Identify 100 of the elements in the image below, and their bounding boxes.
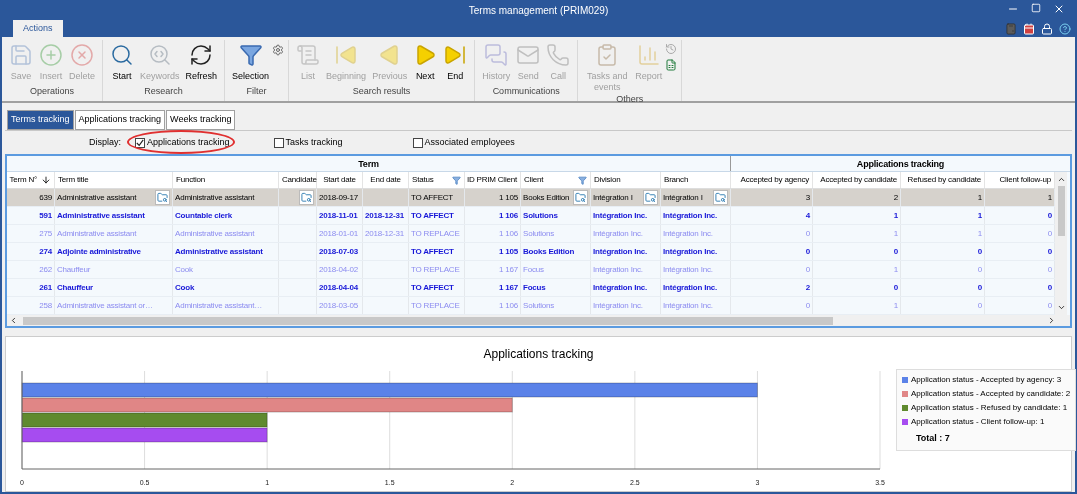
table-cell: 2018-12-31 (365, 209, 404, 222)
group-label: Filter (245, 84, 268, 98)
table-cell: 2018-12-31 (365, 227, 404, 240)
table-cell: 2018-04-02 (319, 263, 358, 276)
table-cell: Intégration I (593, 191, 633, 204)
group-label: Others (615, 93, 645, 106)
table-cell: 3 (805, 191, 810, 204)
table-cell: Intégration Inc. (663, 281, 718, 294)
ribbon-button[interactable]: Next (410, 40, 441, 82)
ribbon-button[interactable]: Refresh (182, 40, 221, 82)
table-cell: Cook (175, 281, 195, 294)
column-header[interactable]: Accepted by candidate (813, 172, 901, 188)
checkbox-label: Tasks tracking (285, 135, 343, 149)
table-cell: Intégration Inc. (663, 263, 713, 276)
table-cell: TO AFFECT (411, 281, 454, 294)
table-cell: 0 (805, 245, 810, 258)
table-cell: 0 (1047, 209, 1052, 222)
table-cell: Administrative assistant (175, 191, 255, 204)
table-cell: Solutions (523, 227, 555, 240)
tab[interactable]: Applications tracking (74, 110, 166, 130)
table-cell: 0 (893, 281, 898, 294)
ribbon-tab[interactable]: Actions (13, 20, 63, 37)
table-cell: 0 (805, 263, 810, 276)
table-cell: 1 (1047, 191, 1052, 204)
table-cell: Chauffeur (57, 263, 91, 276)
table-cell: 274 (39, 245, 52, 258)
legend-label: Application status - Refused by candidate: 1 (911, 402, 1068, 414)
ribbon-button[interactable]: Start (107, 40, 137, 82)
table-cell: 1 106 (498, 209, 518, 222)
table-cell: Administrative assistant (57, 191, 137, 204)
table-cell: Intégration Inc. (663, 209, 718, 222)
table-cell: Adjointe administrative (57, 245, 141, 258)
table-cell: Books Edition (523, 245, 575, 258)
table-cell: Intégration I (663, 191, 703, 204)
column-header[interactable]: Start date (317, 172, 363, 188)
table-cell: TO AFFECT (411, 245, 454, 258)
table-cell: 1 (977, 209, 982, 222)
column-header[interactable]: Division (591, 172, 661, 188)
ribbon-button[interactable]: End (440, 40, 471, 82)
table-row[interactable]: 591 Administrative assistant Countable clerk 2018-11-01 2018-12-31 TO AFFECT 1 106 Solutions Intégration Inc. Intégration Inc. 4 1 1 0 (7, 207, 1055, 225)
column-header[interactable]: Branch (661, 172, 731, 188)
column-header[interactable]: End date (363, 172, 409, 188)
table-cell: 0 (805, 227, 810, 240)
table-cell: 1 106 (498, 299, 518, 312)
table-row[interactable]: 261 Chauffeur Cook 2018-04-04 TO AFFECT 1 167 Focus Intégration Inc. Intégration Inc. 2 0 0 0 (7, 279, 1055, 297)
column-header[interactable]: Client (521, 172, 591, 188)
table-cell: Books Edition (523, 191, 570, 204)
tab[interactable]: Terms tracking (7, 110, 74, 130)
column-header[interactable]: Refused by candidate (901, 172, 985, 188)
table-cell: 2018-07-03 (319, 245, 358, 258)
group-label: Research (143, 84, 184, 98)
column-header[interactable]: Function (173, 172, 279, 188)
table-cell: 0 (977, 299, 982, 312)
table-cell: 1 106 (498, 227, 518, 240)
table-cell: 2018-01-01 (319, 227, 358, 240)
ribbon-button[interactable]: Selection (229, 40, 273, 82)
column-header[interactable]: Accepted by agency (731, 172, 813, 188)
table-cell: Intégration Inc. (593, 245, 648, 258)
table-cell: 1 167 (498, 281, 518, 294)
column-header[interactable]: Candidate (279, 172, 317, 188)
table-cell: Administrative assistant (175, 245, 263, 258)
table-cell: 2018-03-05 (319, 299, 358, 312)
column-header[interactable]: Term title (55, 172, 173, 188)
table-cell: Intégration Inc. (593, 281, 648, 294)
table-cell: 1 105 (498, 245, 518, 258)
group-header: Applications tracking (855, 158, 946, 171)
column-header[interactable]: ID PRIM Client (465, 172, 521, 188)
table-cell: Administrative assistant (175, 227, 255, 240)
table-cell: 1 167 (498, 263, 518, 276)
table-cell: Administrative assistant (57, 209, 145, 222)
column-header[interactable]: Status (409, 172, 465, 188)
table-cell: Intégration Inc. (593, 209, 648, 222)
table-cell: 2 (805, 281, 810, 294)
table-cell: Focus (523, 281, 546, 294)
table-cell: 4 (805, 209, 810, 222)
table-cell: 2018-11-01 (319, 209, 358, 222)
table-cell: 258 (39, 299, 52, 312)
table-cell: TO REPLACE (411, 227, 460, 240)
group-label: Operations (29, 84, 75, 98)
table-cell: TO REPLACE (411, 299, 460, 312)
legend-label: Application status - Accepted by candidate: 2 (911, 388, 1071, 400)
checkbox-label: Applications tracking (147, 135, 230, 149)
table-cell: 0 (977, 281, 982, 294)
table-cell: 1 105 (498, 191, 518, 204)
table-cell: 0 (977, 245, 982, 258)
table-row[interactable]: 639 Administrative assistant Administrative assistant 2018-09-17 TO AFFECT 1 105 Books Edition Intégration I Intégration I 3 2 1 1 (7, 189, 1055, 207)
table-cell: 0 (805, 299, 810, 312)
table-row[interactable]: 274 Adjointe administrative Administrative assistant 2018-07-03 TO AFFECT 1 105 Books Edition Intégration Inc. Intégration Inc. 0 0 0 0 (7, 243, 1055, 261)
table-cell: TO REPLACE (411, 263, 460, 276)
table-cell: 0 (1047, 263, 1052, 276)
table-cell: 1 (977, 227, 982, 240)
table-cell: Administrative assistant… (175, 299, 263, 312)
table-cell: 0 (977, 263, 982, 276)
tab[interactable]: Weeks tracking (166, 110, 236, 130)
table-cell: 1 (893, 227, 898, 240)
table-cell: Intégration Inc. (593, 299, 643, 312)
table-cell: Solutions (523, 209, 558, 222)
table-cell: TO AFFECT (411, 209, 454, 222)
table-cell: 2018-04-04 (319, 281, 358, 294)
column-header[interactable]: Term N° (7, 172, 55, 188)
